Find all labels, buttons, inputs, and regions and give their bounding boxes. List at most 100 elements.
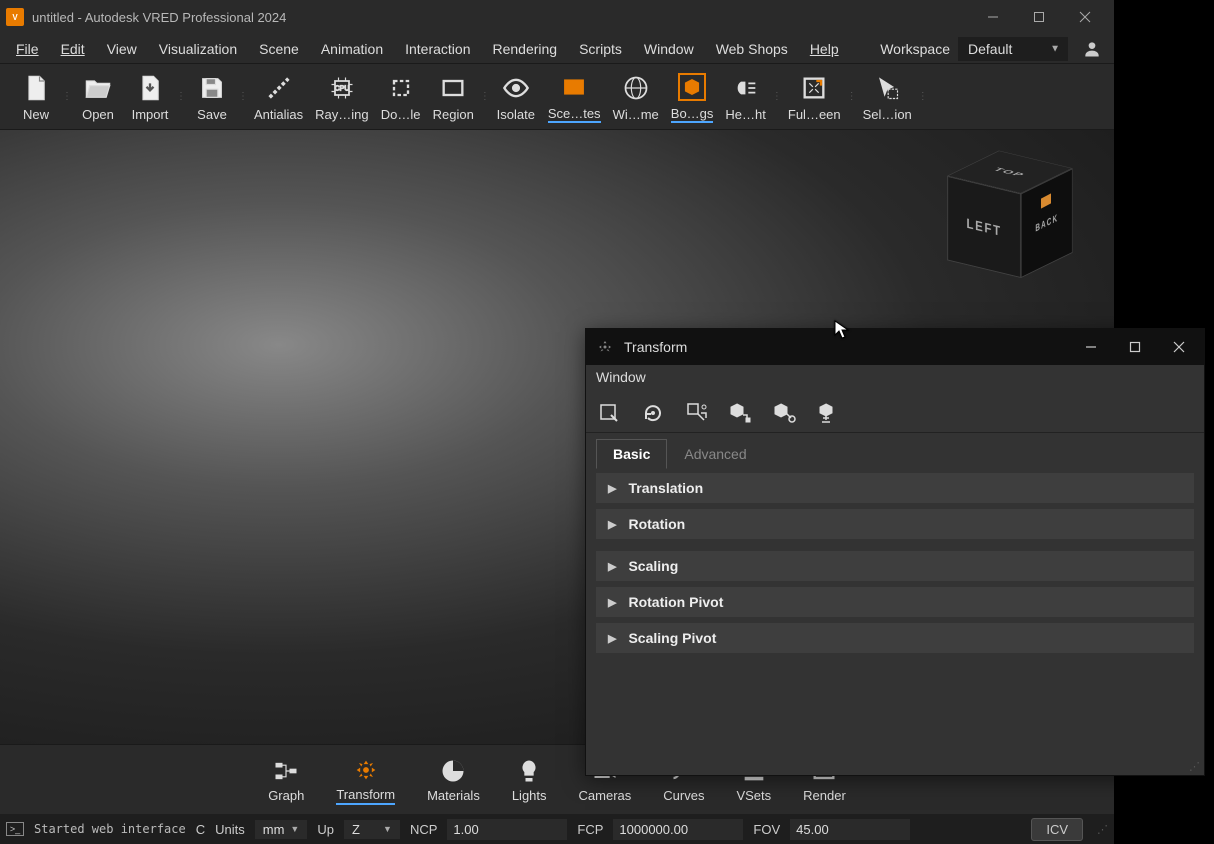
menu-rendering[interactable]: Rendering [482, 37, 567, 61]
fcp-input[interactable] [613, 819, 743, 840]
menu-edit[interactable]: Edit [51, 37, 95, 61]
transform-dialog-icon [596, 338, 614, 356]
materials-icon [438, 756, 468, 786]
expand-icon: ▶ [608, 596, 616, 609]
tool-region[interactable]: Region [427, 69, 480, 124]
dialog-tool-6[interactable] [816, 400, 842, 426]
transform-icon [351, 755, 381, 785]
icv-button[interactable]: ICV [1031, 818, 1083, 841]
tool-downscale[interactable]: Do…le [375, 69, 427, 124]
statusbar: >_ Started web interface C Units mm▼ Up … [0, 814, 1114, 844]
save-icon [198, 74, 226, 102]
chevron-down-icon: ▼ [1050, 43, 1060, 54]
console-icon[interactable]: >_ [6, 822, 24, 836]
fullscreen-icon [800, 74, 828, 102]
expand-icon: ▶ [608, 482, 616, 495]
close-button[interactable] [1062, 1, 1108, 33]
tool-isolate[interactable]: Isolate [490, 69, 542, 124]
tool-new[interactable]: New [10, 69, 62, 124]
tab-advanced[interactable]: Advanced [667, 439, 763, 469]
menu-scene[interactable]: Scene [249, 37, 309, 61]
menu-interaction[interactable]: Interaction [395, 37, 480, 61]
downscale-icon [387, 74, 415, 102]
dialog-tool-5[interactable] [772, 400, 798, 426]
tool-wireframe[interactable]: Wi…me [607, 69, 665, 124]
antialias-icon [265, 74, 293, 102]
tool-headlight[interactable]: He…ht [719, 69, 771, 124]
section-rotation-pivot[interactable]: ▶Rotation Pivot [596, 587, 1194, 617]
tool-import[interactable]: Import [124, 69, 176, 124]
menu-scripts[interactable]: Scripts [569, 37, 632, 61]
dialog-tool-3[interactable] [684, 400, 710, 426]
app-icon: V [6, 8, 24, 26]
fov-input[interactable] [790, 819, 910, 840]
dialog-minimize-button[interactable] [1076, 332, 1106, 362]
user-icon[interactable] [1082, 39, 1102, 59]
bottom-lights[interactable]: Lights [502, 754, 557, 805]
dialog-tool-1[interactable] [596, 400, 622, 426]
tool-fullscreen[interactable]: Ful…een [782, 69, 847, 124]
menubar: File Edit View Visualization Scene Anima… [0, 34, 1114, 64]
toolbar-separator: ⋮ [480, 95, 490, 99]
navcube-face-left[interactable]: LEFT [947, 176, 1021, 278]
minimize-button[interactable] [970, 1, 1016, 33]
dialog-titlebar[interactable]: Transform [586, 329, 1204, 365]
section-translation[interactable]: ▶Translation [596, 473, 1194, 503]
tool-antialias[interactable]: Antialias [248, 69, 309, 124]
toolbar-separator: ⋮ [238, 95, 248, 99]
menu-webshops[interactable]: Web Shops [706, 37, 798, 61]
dialog-title: Transform [624, 339, 1076, 355]
units-selector[interactable]: mm▼ [255, 820, 308, 839]
toolbar-separator: ⋮ [62, 95, 72, 99]
dialog-tool-4[interactable] [728, 400, 754, 426]
section-scaling[interactable]: ▶Scaling [596, 551, 1194, 581]
bottom-transform[interactable]: Transform [326, 753, 405, 807]
menu-view[interactable]: View [97, 37, 147, 61]
workspace-label: Workspace [880, 41, 950, 57]
dialog-tool-reset[interactable] [640, 400, 666, 426]
ncp-input[interactable] [447, 819, 567, 840]
menu-file[interactable]: File [6, 37, 49, 61]
expand-icon: ▶ [608, 518, 616, 531]
up-selector[interactable]: Z▼ [344, 820, 400, 839]
dialog-close-button[interactable] [1164, 332, 1194, 362]
tool-sceneplates[interactable]: Sce…tes [542, 68, 607, 125]
section-rotation[interactable]: ▶Rotation [596, 509, 1194, 539]
bottom-materials[interactable]: Materials [417, 754, 490, 805]
file-new-icon [22, 74, 50, 102]
dialog-toolbar [586, 393, 1204, 433]
dialog-resize-grip[interactable]: ⋰ [1185, 758, 1204, 775]
chevron-down-icon: ▼ [383, 824, 392, 834]
expand-icon: ▶ [608, 632, 616, 645]
dialog-body: ▶Translation ▶Rotation ▶Scaling ▶Rotatio… [586, 469, 1204, 758]
menu-animation[interactable]: Animation [311, 37, 393, 61]
tab-basic[interactable]: Basic [596, 439, 667, 469]
titlebar: V untitled - Autodesk VRED Professional … [0, 0, 1114, 34]
fov-label: FOV [753, 822, 780, 837]
globe-icon [622, 74, 650, 102]
main-toolbar: New ⋮ Open Import ⋮ Save ⋮ Antialias CPU… [0, 64, 1114, 130]
sceneplates-icon [560, 73, 588, 101]
section-scaling-pivot[interactable]: ▶Scaling Pivot [596, 623, 1194, 653]
tool-selection[interactable]: Sel…ion [857, 69, 918, 124]
cpu-icon: CPU [328, 74, 356, 102]
menu-help[interactable]: Help [800, 37, 849, 61]
maximize-button[interactable] [1016, 1, 1062, 33]
dialog-maximize-button[interactable] [1120, 332, 1150, 362]
menu-visualization[interactable]: Visualization [149, 37, 247, 61]
cube-icon [678, 73, 706, 101]
dialog-menu-window[interactable]: Window [586, 365, 1204, 393]
up-label: Up [317, 822, 334, 837]
graph-icon [271, 756, 301, 786]
dialog-tabs: Basic Advanced [586, 433, 1204, 469]
tool-open[interactable]: Open [72, 69, 124, 124]
bottom-graph[interactable]: Graph [258, 754, 314, 805]
tool-boundings[interactable]: Bo…gs [665, 68, 720, 125]
tool-save[interactable]: Save [186, 69, 238, 124]
eye-icon [502, 74, 530, 102]
tool-raytracing[interactable]: CPU Ray…ing [309, 69, 374, 124]
region-icon [439, 74, 467, 102]
resize-grip[interactable]: ⋰ [1097, 823, 1108, 836]
menu-window[interactable]: Window [634, 37, 704, 61]
navigation-cube[interactable]: TOP LEFT BACK [954, 160, 1074, 280]
